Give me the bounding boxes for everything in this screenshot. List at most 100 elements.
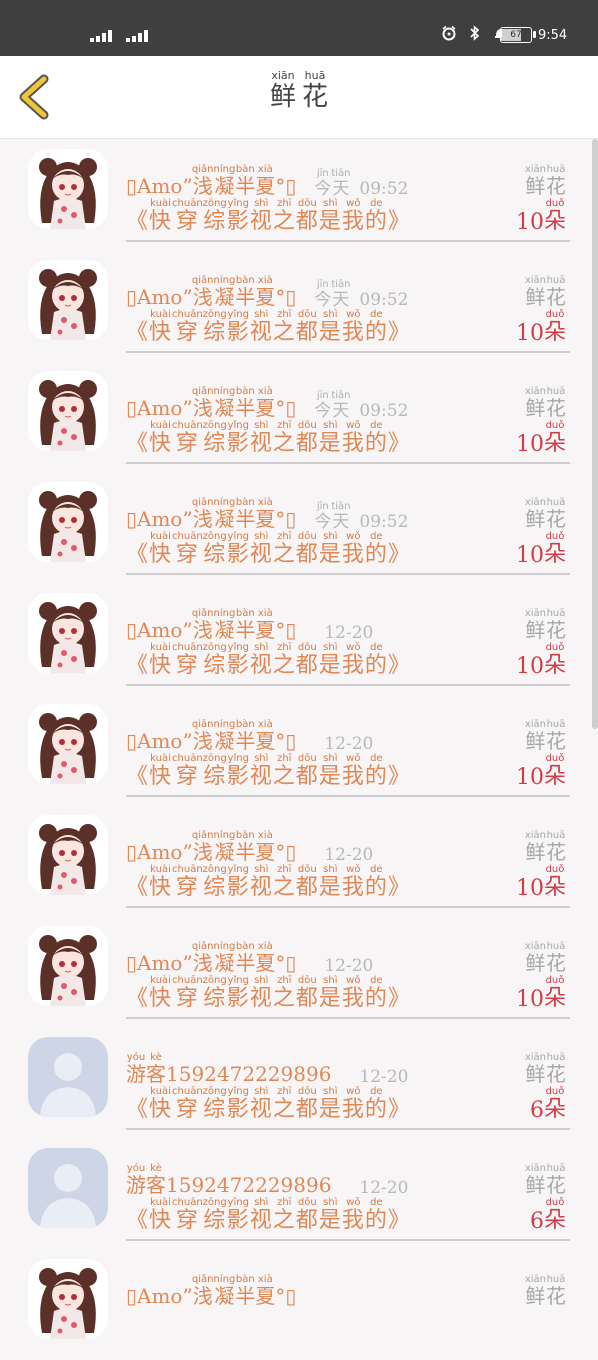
book-char: 都dōu: [295, 975, 319, 1011]
book-char: 影yǐng: [226, 309, 250, 345]
gift-count: 10 朵duǒ: [516, 302, 566, 346]
avatar[interactable]: [28, 704, 108, 784]
back-button[interactable]: [16, 74, 56, 120]
count-unit: 朵duǒ: [543, 642, 566, 678]
anime-avatar-image: [28, 260, 108, 340]
page-title: 鲜xiān花huā: [240, 69, 358, 113]
book-char: 的de: [364, 975, 388, 1011]
book-title[interactable]: 《快kuài 穿chuān 综zōng 影yǐng 视shì 之zhī 都dōu 是shì 我w…: [126, 968, 411, 1012]
battery-icon: 67: [500, 27, 536, 43]
book-char: 综zōng: [202, 420, 227, 456]
avatar[interactable]: [28, 926, 108, 1006]
book-title[interactable]: 《快kuài 穿chuān 综zōng 影yǐng 视shì 之zhī 都dōu 是shì 我w…: [126, 1079, 411, 1123]
title-char: 花huā: [302, 69, 329, 112]
book-char: 是shì: [318, 1197, 342, 1233]
name-char: 凝níng: [213, 1274, 236, 1308]
divider: [126, 1128, 570, 1130]
book-char: 之zhī: [272, 975, 296, 1011]
book-bracket-open: 《: [126, 1097, 150, 1122]
book-char: 都dōu: [295, 864, 319, 900]
list-item[interactable]: ▯Amo”浅qiǎn凝níng半bàn夏xià°▯ 12-20 《快kuài 穿chu…: [0, 805, 598, 916]
anime-avatar-image: [28, 149, 108, 229]
divider: [126, 573, 570, 575]
list-item[interactable]: ▯Amo”浅qiǎn凝níng半bàn夏xià°▯ 12-20 《快kuài 穿chu…: [0, 694, 598, 805]
book-char: 快kuài: [149, 975, 173, 1011]
book-char: 是shì: [318, 531, 342, 567]
anime-avatar-image: [28, 926, 108, 1006]
sender-name[interactable]: ▯Amo”浅qiǎn凝níng半bàn夏xià°▯: [126, 1274, 296, 1309]
book-title[interactable]: 《快kuài 穿chuān 综zōng 影yǐng 视shì 之zhī 都dōu 是shì 我w…: [126, 746, 411, 790]
avatar[interactable]: [28, 371, 108, 451]
status-clock: 9:54: [538, 28, 568, 43]
gift-count: 10 朵duǒ: [516, 191, 566, 235]
book-char: 快kuài: [149, 642, 173, 678]
flower-gift-list: ▯Amo”浅qiǎn凝níng半bàn夏xià°▯ 今jīn天tiān09:52 《…: [0, 139, 598, 1360]
book-char: 综zōng: [202, 864, 227, 900]
book-char: 穿chuān: [172, 864, 203, 900]
book-char: 之zhī: [272, 1086, 296, 1122]
list-item[interactable]: ▯Amo”浅qiǎn凝níng半bàn夏xià°▯ 鲜xiān 花huā: [0, 1249, 598, 1360]
book-char: 视shì: [249, 642, 273, 678]
book-char: 的de: [364, 1197, 388, 1233]
book-bracket-close: 》: [387, 209, 411, 234]
book-char: 影yǐng: [226, 642, 250, 678]
book-char: 综zōng: [202, 309, 227, 345]
title-char: 鲜xiān: [269, 69, 296, 112]
avatar[interactable]: [28, 1259, 108, 1339]
book-title[interactable]: 《快kuài 穿chuān 综zōng 影yǐng 视shì 之zhī 都dōu 是shì 我w…: [126, 524, 411, 568]
list-item[interactable]: ▯Amo”浅qiǎn凝níng半bàn夏xià°▯ 今jīn天tiān09:52 《…: [0, 472, 598, 583]
avatar[interactable]: [28, 815, 108, 895]
list-item[interactable]: ▯Amo”浅qiǎn凝níng半bàn夏xià°▯ 12-20 《快kuài 穿chu…: [0, 916, 598, 1027]
book-char: 综zōng: [202, 1086, 227, 1122]
book-char: 综zōng: [202, 1197, 227, 1233]
avatar[interactable]: [28, 593, 108, 673]
default-user-image: [28, 1148, 108, 1228]
book-char: 我wǒ: [341, 531, 365, 567]
book-char: 影yǐng: [226, 1197, 250, 1233]
avatar[interactable]: [28, 1148, 108, 1228]
book-bracket-open: 《: [126, 764, 150, 789]
book-char: 视shì: [249, 198, 273, 234]
count-value: 10: [515, 432, 544, 457]
book-char: 影yǐng: [226, 975, 250, 1011]
book-title[interactable]: 《快kuài 穿chuān 综zōng 影yǐng 视shì 之zhī 都dōu 是shì 我w…: [126, 302, 411, 346]
book-title[interactable]: 《快kuài 穿chuān 综zōng 影yǐng 视shì 之zhī 都dōu 是shì 我w…: [126, 857, 411, 901]
book-char: 穿chuān: [172, 642, 203, 678]
back-arrow-icon: [19, 74, 49, 120]
anime-avatar-image: [28, 593, 108, 673]
avatar[interactable]: [28, 482, 108, 562]
list-item[interactable]: ▯Amo”浅qiǎn凝níng半bàn夏xià°▯ 12-20 《快kuài 穿chu…: [0, 583, 598, 694]
sender-line: ▯Amo”浅qiǎn凝níng半bàn夏xià°▯: [126, 1259, 296, 1309]
avatar[interactable]: [28, 1037, 108, 1117]
book-char: 之zhī: [272, 1197, 296, 1233]
name-prefix: ▯Amo: [126, 1284, 183, 1308]
book-char: 之zhī: [272, 642, 296, 678]
gift-char: 鲜xiān: [524, 1274, 546, 1308]
list-item[interactable]: 游yóu客kè15924722298​96 12-20 《快kuài 穿chuān 综z…: [0, 1138, 598, 1249]
avatar[interactable]: [28, 260, 108, 340]
book-char: 快kuài: [149, 1086, 173, 1122]
count-unit: 朵duǒ: [543, 975, 566, 1011]
default-user-image: [28, 1037, 108, 1117]
list-item[interactable]: ▯Amo”浅qiǎn凝níng半bàn夏xià°▯ 今jīn天tiān09:52 《…: [0, 139, 598, 250]
book-title[interactable]: 《快kuài 穿chuān 综zōng 影yǐng 视shì 之zhī 都dōu 是shì 我w…: [126, 635, 411, 679]
book-char: 之zhī: [272, 198, 296, 234]
book-title[interactable]: 《快kuài 穿chuān 综zōng 影yǐng 视shì 之zhī 都dōu 是shì 我w…: [126, 1190, 411, 1234]
scrollbar[interactable]: [592, 139, 598, 729]
book-char: 都dōu: [295, 1086, 319, 1122]
anime-avatar-image: [28, 704, 108, 784]
book-char: 综zōng: [202, 198, 227, 234]
avatar[interactable]: [28, 149, 108, 229]
book-bracket-open: 《: [126, 542, 150, 567]
book-bracket-close: 》: [387, 1208, 411, 1233]
book-char: 影yǐng: [226, 864, 250, 900]
book-bracket-open: 《: [126, 320, 150, 345]
list-item[interactable]: 游yóu客kè15924722298​96 12-20 《快kuài 穿chuān 综z…: [0, 1027, 598, 1138]
book-char: 影yǐng: [226, 531, 250, 567]
book-title[interactable]: 《快kuài 穿chuān 综zōng 影yǐng 视shì 之zhī 都dōu 是shì 我w…: [126, 413, 411, 457]
list-item[interactable]: ▯Amo”浅qiǎn凝níng半bàn夏xià°▯ 今jīn天tiān09:52 《…: [0, 250, 598, 361]
book-char: 我wǒ: [341, 753, 365, 789]
book-title[interactable]: 《快kuài 穿chuān 综zōng 影yǐng 视shì 之zhī 都dōu 是shì 我w…: [126, 191, 411, 235]
list-item[interactable]: ▯Amo”浅qiǎn凝níng半bàn夏xià°▯ 今jīn天tiān09:52 《…: [0, 361, 598, 472]
book-char: 穿chuān: [172, 753, 203, 789]
